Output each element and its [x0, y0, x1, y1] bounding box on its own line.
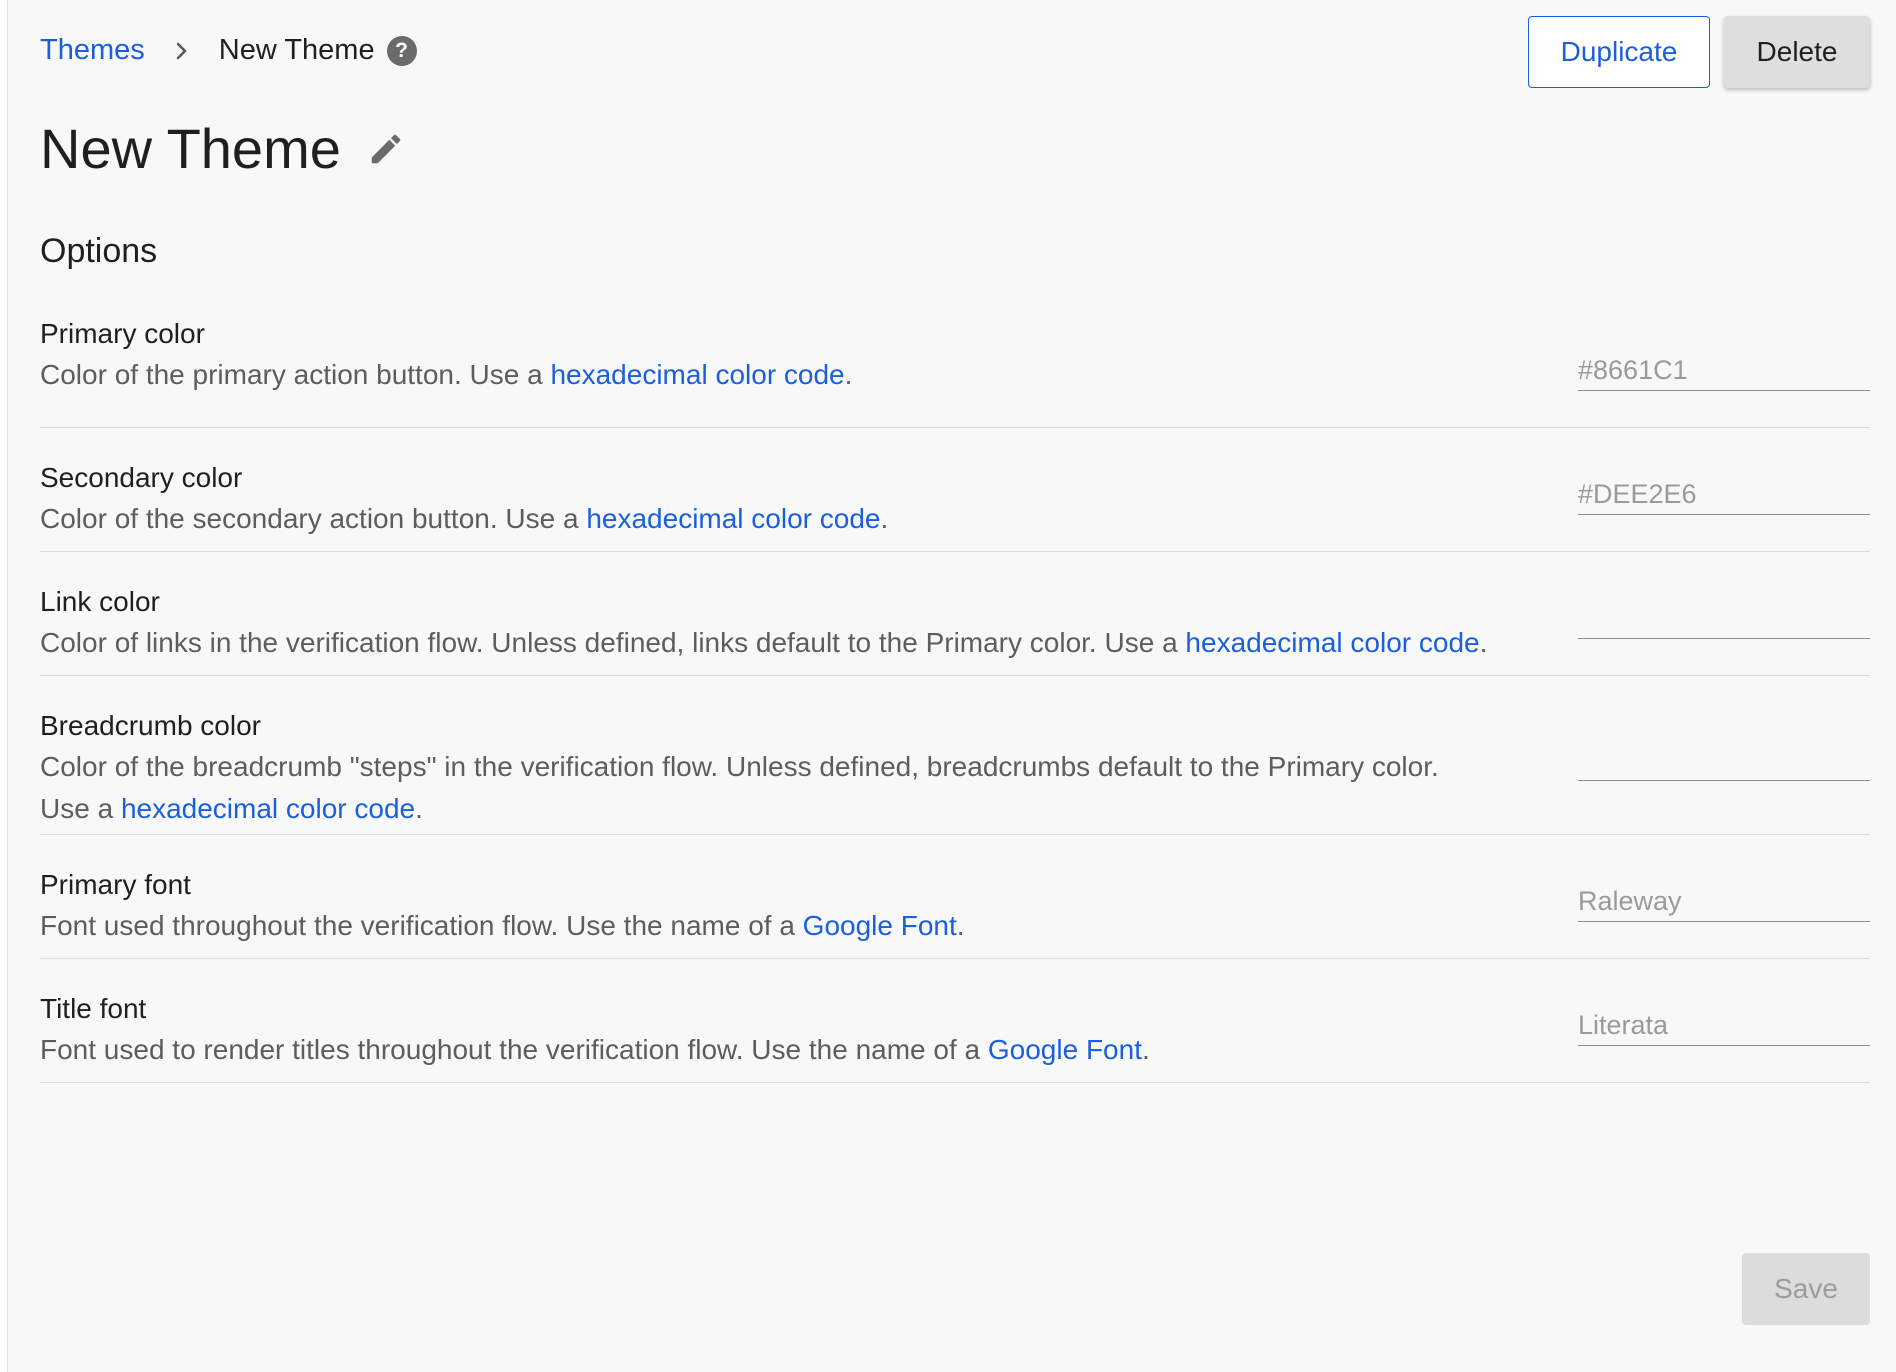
- breadcrumb: Themes New Theme ?: [40, 34, 417, 67]
- hex-color-code-link[interactable]: hexadecimal color code: [1185, 627, 1479, 658]
- options-list: Primary color Color of the primary actio…: [40, 300, 1870, 1083]
- hex-color-code-link[interactable]: hexadecimal color code: [121, 793, 415, 824]
- header-actions: Duplicate Delete: [1528, 16, 1870, 88]
- page-title: New Theme: [40, 117, 341, 180]
- left-panel-edge: [0, 0, 8, 1372]
- option-link-color: Link color Color of links in the verific…: [40, 552, 1870, 676]
- title-font-input[interactable]: [1578, 1005, 1870, 1046]
- breadcrumb-themes-link[interactable]: Themes: [40, 34, 145, 67]
- breadcrumb-current: New Theme: [218, 34, 375, 66]
- google-font-link[interactable]: Google Font: [803, 910, 957, 941]
- hex-color-code-link[interactable]: hexadecimal color code: [550, 359, 844, 390]
- link-color-input[interactable]: [1578, 598, 1870, 639]
- option-breadcrumb-color: Breadcrumb color Color of the breadcrumb…: [40, 676, 1870, 835]
- chevron-right-icon: [175, 41, 189, 61]
- page-header: Themes New Theme ? Duplicate Delete: [40, 0, 1870, 110]
- save-button[interactable]: Save: [1742, 1253, 1870, 1325]
- secondary-color-input[interactable]: [1578, 474, 1870, 515]
- option-primary-color: Primary color Color of the primary actio…: [40, 300, 1870, 428]
- question-circle-icon[interactable]: ?: [386, 35, 417, 66]
- hex-color-code-link[interactable]: hexadecimal color code: [586, 503, 880, 534]
- option-secondary-color: Secondary color Color of the secondary a…: [40, 428, 1870, 552]
- title-row: New Theme: [40, 116, 405, 181]
- option-label: Primary color: [40, 318, 205, 349]
- option-primary-font: Primary font Font used throughout the ve…: [40, 835, 1870, 959]
- google-font-link[interactable]: Google Font: [988, 1034, 1142, 1065]
- options-section-title: Options: [40, 232, 158, 270]
- theme-editor: Themes New Theme ? Duplicate Delete New …: [40, 0, 1870, 1083]
- breadcrumb-color-input[interactable]: [1578, 740, 1870, 781]
- delete-button[interactable]: Delete: [1724, 16, 1870, 88]
- duplicate-button[interactable]: Duplicate: [1528, 16, 1710, 88]
- primary-color-input[interactable]: [1578, 350, 1870, 391]
- pencil-icon[interactable]: [367, 130, 405, 168]
- option-title-font: Title font Font used to render titles th…: [40, 959, 1870, 1083]
- primary-font-input[interactable]: [1578, 881, 1870, 922]
